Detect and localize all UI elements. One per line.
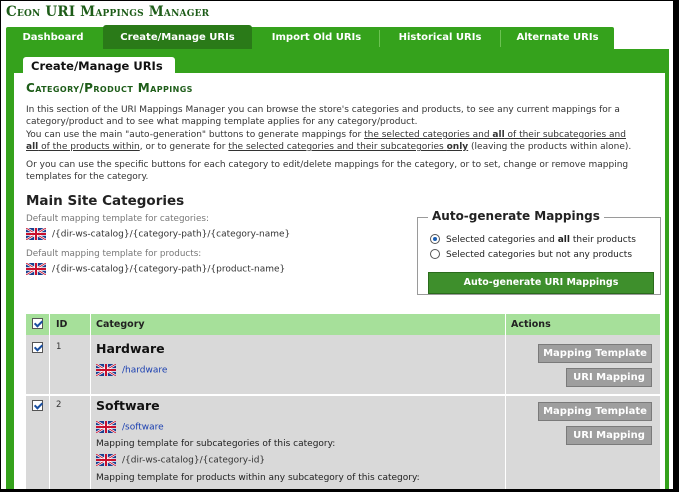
category-name-hardware[interactable]: Hardware [96,341,165,356]
tab-panel: Create/Manage URIs Category/Product Mapp… [6,49,669,489]
category-template-row: /{dir-ws-catalog}/{category-path}/{categ… [26,228,290,240]
column-divider [49,314,50,489]
autogen-fieldset: Auto-generate Mappings Selected categori… [417,209,661,295]
column-divider [90,314,91,489]
row-id: 1 [56,342,62,352]
subcategory-template-value: /{dir-ws-catalog}/{category-id} [122,455,266,466]
product-template-row: /{dir-ws-catalog}/{category-path}/{produ… [26,263,285,275]
category-template-label: Default mapping template for categories: [26,214,209,224]
autogen-legend: Auto-generate Mappings [428,209,604,223]
tab-import-old-uris[interactable]: Import Old URIs [254,27,379,49]
mapping-template-button[interactable]: Mapping Template [538,402,652,421]
row-divider [26,394,660,396]
uri-mapping-button[interactable]: URI Mapping [566,426,652,445]
main-categories-heading: Main Site Categories [26,193,185,209]
subcategory-template-row: /{dir-ws-catalog}/{category-id} [96,454,265,466]
radio-selected-icon[interactable] [430,233,440,244]
subcategory-template-label: Mapping template for subcategories of th… [96,439,336,449]
uk-flag-icon [96,421,116,433]
select-all-checkbox[interactable] [32,318,43,329]
header-category: Category [96,319,145,330]
tab-create-manage-uris[interactable]: Create/Manage URIs [103,25,252,49]
uk-flag-icon [96,454,116,466]
table-header: ID Category Actions [26,314,660,335]
intro-paragraph-2: You can use the main "auto-generation" b… [26,130,632,152]
intro-paragraph-3: Or you can use the specific buttons for … [26,160,629,182]
app-window: Ceon URI Mappings Manager Dashboard Crea… [1,1,673,489]
category-uri-link[interactable]: /software [122,423,164,433]
category-name-software[interactable]: Software [96,398,160,413]
autogen-option-all-products[interactable]: Selected categories and all their produc… [430,233,636,246]
product-template-value: /{dir-ws-catalog}/{category-path}/{produ… [52,264,286,275]
tab-alternate-uris[interactable]: Alternate URIs [501,27,614,49]
tab-historical-uris[interactable]: Historical URIs [380,27,500,49]
product-template-label: Default mapping template for products: [26,249,202,259]
categories-table: ID Category Actions 1 Hardware /hardware… [26,314,660,489]
main-tabs: Dashboard Create/Manage URIs Import Old … [6,25,614,49]
content-area: Category/Product Mappings In this sectio… [14,73,665,489]
tab-dashboard[interactable]: Dashboard [6,27,100,49]
product-template-label: Mapping template for products within any… [96,473,420,483]
category-uri-row: /software [96,421,164,433]
mapping-template-button[interactable]: Mapping Template [538,344,652,363]
row-id: 2 [56,400,62,410]
autogen-button[interactable]: Auto-generate URI Mappings [428,272,654,294]
uri-mapping-button[interactable]: URI Mapping [566,368,652,387]
category-uri-link[interactable]: /hardware [122,366,167,376]
uk-flag-icon [26,263,46,275]
section-title: Category/Product Mappings [26,81,193,95]
intro-paragraph-1: In this section of the URI Mappings Mana… [26,105,620,127]
row-checkbox-hardware[interactable] [32,342,43,353]
category-template-value: /{dir-ws-catalog}/{category-path}/{categ… [52,229,291,240]
app-title: Ceon URI Mappings Manager [6,4,210,20]
row-checkbox-software[interactable] [32,400,43,411]
column-divider [505,314,506,489]
uk-flag-icon [96,364,116,376]
header-actions: Actions [511,319,551,330]
category-uri-row: /hardware [96,364,167,376]
radio-unselected-icon[interactable] [430,248,440,259]
header-id: ID [56,319,68,330]
uk-flag-icon [26,228,46,240]
autogen-option-no-products[interactable]: Selected categories but not any products [430,248,632,261]
